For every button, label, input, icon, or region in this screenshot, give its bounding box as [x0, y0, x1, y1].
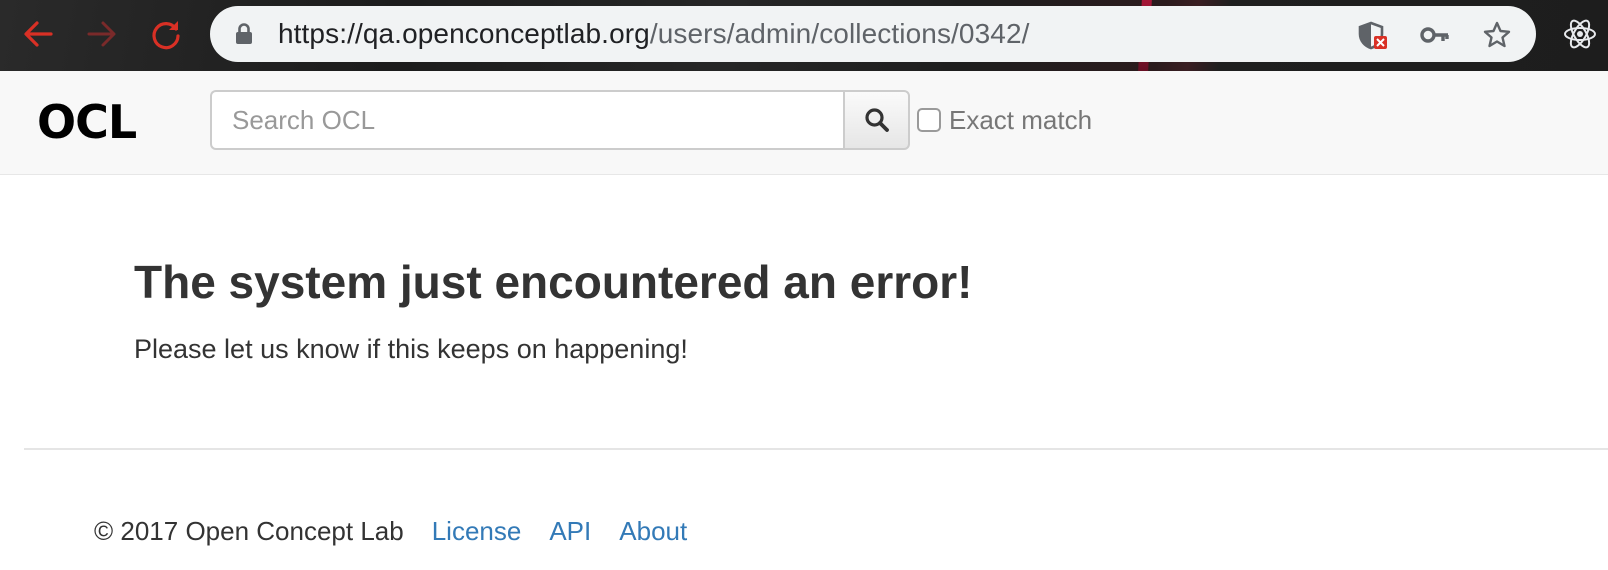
search-icon	[864, 108, 889, 132]
react-extension-icon[interactable]	[1562, 16, 1598, 52]
back-button[interactable]	[18, 14, 58, 54]
about-link[interactable]: About	[619, 514, 687, 548]
forward-arrow-icon	[87, 21, 116, 47]
key-icon	[1420, 27, 1449, 43]
footer: © 2017 Open Concept Lab License API Abou…	[94, 514, 715, 548]
shield-blocked-icon	[1358, 21, 1387, 50]
url-host: https://qa.openconceptlab.org	[278, 18, 650, 49]
site-navbar: OCL Exact match	[0, 71, 1608, 175]
reload-icon	[152, 21, 180, 50]
copyright-text: © 2017 Open Concept Lab	[94, 516, 404, 546]
url-text[interactable]: https://qa.openconceptlab.org/users/admi…	[278, 19, 1030, 49]
search-button[interactable]	[843, 90, 910, 150]
bookmark-button[interactable]	[1482, 20, 1512, 50]
passwords-button[interactable]	[1420, 20, 1450, 50]
exact-match-option[interactable]: Exact match	[917, 105, 1092, 135]
exact-match-checkbox[interactable]	[917, 108, 941, 132]
brand-logo[interactable]: OCL	[37, 94, 137, 150]
forward-button[interactable]	[82, 14, 122, 54]
license-link[interactable]: License	[432, 514, 522, 548]
search-group	[210, 90, 910, 150]
reload-button[interactable]	[146, 14, 186, 54]
error-message: Please let us know if this keeps on happ…	[134, 334, 688, 364]
lock-icon[interactable]	[232, 22, 256, 46]
browser-toolbar: https://qa.openconceptlab.org/users/admi…	[0, 0, 1608, 71]
address-bar[interactable]: https://qa.openconceptlab.org/users/admi…	[210, 6, 1536, 62]
privacy-shield-button[interactable]	[1358, 20, 1388, 50]
api-link[interactable]: API	[549, 514, 591, 548]
back-arrow-icon	[24, 21, 53, 47]
search-input[interactable]	[210, 90, 843, 150]
exact-match-label[interactable]: Exact match	[949, 105, 1092, 135]
footer-divider	[24, 448, 1608, 450]
url-path: /users/admin/collections/0342/	[649, 18, 1030, 49]
error-title: The system just encountered an error!	[134, 256, 973, 308]
star-icon	[1483, 21, 1511, 48]
